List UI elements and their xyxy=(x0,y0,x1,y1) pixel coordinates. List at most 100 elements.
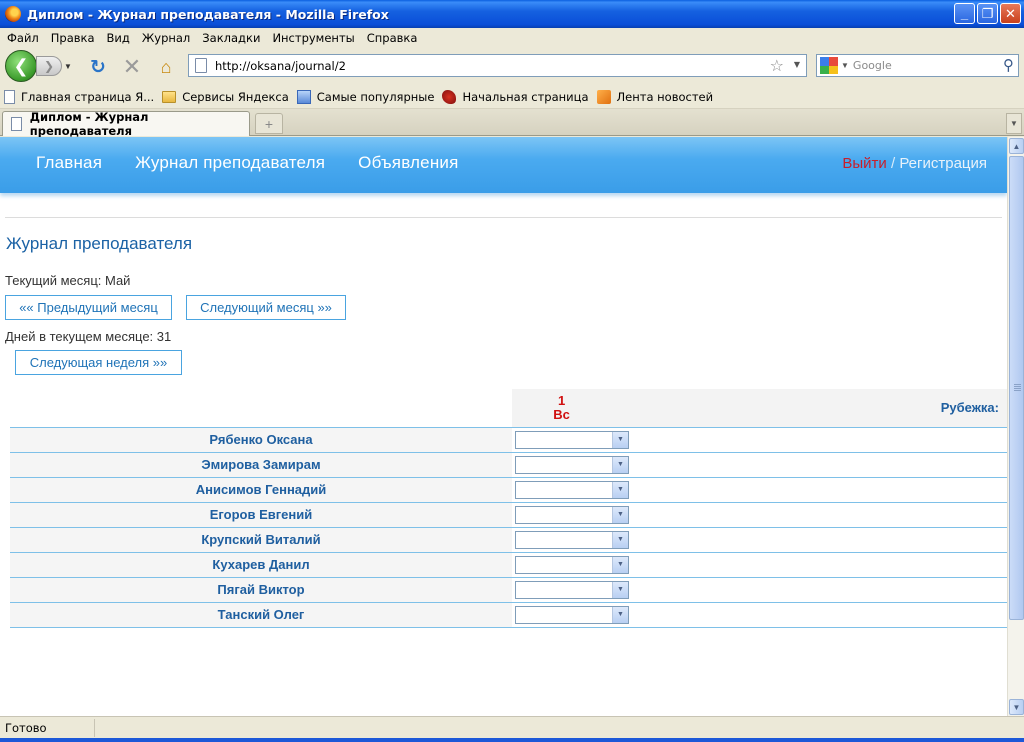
bookmark-item[interactable]: Самые популярные xyxy=(296,89,435,104)
mark-select[interactable]: ▼ xyxy=(515,605,629,624)
mark-cell: ▼ xyxy=(512,552,1007,577)
menu-view[interactable]: Вид xyxy=(101,31,136,45)
nav-journal-link[interactable]: Журнал преподавателя xyxy=(135,153,325,173)
student-name: Крупский Виталий xyxy=(10,527,512,552)
mark-select[interactable]: ▼ xyxy=(515,430,629,449)
google-icon[interactable] xyxy=(820,57,838,74)
mark-select[interactable]: ▼ xyxy=(515,555,629,574)
bookmark-star-icon[interactable]: ☆ xyxy=(770,56,784,75)
chevron-down-icon[interactable]: ▼ xyxy=(612,481,628,498)
current-month-text: Текущий месяц: Май xyxy=(5,273,131,288)
mark-select[interactable]: ▼ xyxy=(515,580,629,599)
close-button[interactable]: ✕ xyxy=(1000,3,1021,24)
minimize-button[interactable]: _ xyxy=(954,3,975,24)
stop-icon[interactable]: ✕ xyxy=(121,54,143,79)
bookmark-label: Самые популярные xyxy=(316,89,435,104)
scrollbar-thumb[interactable] xyxy=(1009,156,1024,620)
chevron-down-icon[interactable]: ▼ xyxy=(612,506,628,523)
student-name: Рябенко Оксана xyxy=(10,427,512,452)
menu-edit[interactable]: Правка xyxy=(45,31,101,45)
chevron-down-icon[interactable]: ▼ xyxy=(612,581,628,598)
mark-cell: ▼ xyxy=(512,602,1007,627)
bookmark-item[interactable]: Главная страница Я... xyxy=(4,89,155,104)
day-number: 1 xyxy=(557,392,566,408)
menu-help[interactable]: Справка xyxy=(361,31,424,45)
tab-list-dropdown-icon[interactable]: ▼ xyxy=(1006,113,1022,134)
auth-links: Выйти / Регистрация xyxy=(842,155,987,172)
chevron-down-icon[interactable]: ▼ xyxy=(612,531,628,548)
reload-icon[interactable]: ↻ xyxy=(87,56,109,78)
search-bar[interactable]: ▼ Google ⚲ xyxy=(816,54,1019,77)
mark-select[interactable]: ▼ xyxy=(515,530,629,549)
divider xyxy=(5,217,1002,218)
menu-bookmarks[interactable]: Закладки xyxy=(196,31,266,45)
search-engine-dropdown-icon[interactable]: ▼ xyxy=(841,61,849,70)
back-button[interactable]: ❮ xyxy=(5,50,37,82)
url-bar[interactable]: http://oksana/journal/2 ☆ ▼ xyxy=(188,54,807,77)
bookmark-label: Главная страница Я... xyxy=(21,89,155,104)
table-row: Крупский Виталий ▼ xyxy=(10,527,1007,552)
window-frame-bottom xyxy=(0,738,1024,742)
chevron-down-icon[interactable]: ▼ xyxy=(612,431,628,448)
forward-button[interactable]: ❯ xyxy=(36,56,62,76)
bookmark-item[interactable]: Лента новостей xyxy=(596,89,714,104)
bookmark-item[interactable]: Начальная страница xyxy=(442,89,589,104)
menu-file[interactable]: Файл xyxy=(0,31,45,45)
checkpoint-header: Рубежка: xyxy=(611,389,1007,427)
table-row: Танский Олег ▼ xyxy=(10,602,1007,627)
table-row: Кухарев Данил ▼ xyxy=(10,552,1007,577)
auth-separator: / xyxy=(890,155,896,172)
scroll-up-icon[interactable]: ▲ xyxy=(1009,138,1024,154)
header-empty-cell xyxy=(10,389,512,427)
logout-link[interactable]: Выйти xyxy=(842,155,886,172)
tab-active[interactable]: Диплом - Журнал преподавателя xyxy=(2,110,250,138)
register-link[interactable]: Регистрация xyxy=(899,155,987,172)
tab-title: Диплом - Журнал преподавателя xyxy=(29,110,149,138)
window-title: Диплом - Журнал преподавателя - Mozilla … xyxy=(27,6,389,22)
bookmark-label: Сервисы Яндекса xyxy=(182,89,289,104)
journal-table: 1 Вс Рубежка: Рябенко Оксана ▼ Эмирова З… xyxy=(10,389,1007,628)
mark-select[interactable]: ▼ xyxy=(515,505,629,524)
student-name: Эмирова Замирам xyxy=(10,452,512,477)
bookmark-label: Лента новостей xyxy=(616,89,714,104)
table-row: Егоров Евгений ▼ xyxy=(10,502,1007,527)
search-icon[interactable]: ⚲ xyxy=(1003,56,1014,74)
chevron-down-icon[interactable]: ▼ xyxy=(612,606,628,623)
mark-select[interactable]: ▼ xyxy=(515,455,629,474)
search-input[interactable]: Google xyxy=(853,59,892,72)
bookmark-item[interactable]: Сервисы Яндекса xyxy=(162,90,289,104)
mark-cell: ▼ xyxy=(512,427,1007,452)
firefox-icon xyxy=(5,6,21,22)
site-header: Главная Журнал преподавателя Объявления … xyxy=(0,137,1007,193)
history-dropdown-icon[interactable]: ▼ xyxy=(64,62,72,71)
home-icon[interactable]: ⌂ xyxy=(155,56,177,78)
menu-bar: Файл Правка Вид Журнал Закладки Инструме… xyxy=(0,28,1024,47)
bookmarks-bar: Главная страница Я... Сервисы Яндекса Са… xyxy=(0,85,1024,109)
mark-cell: ▼ xyxy=(512,477,1007,502)
new-tab-button[interactable]: + xyxy=(255,113,283,134)
url-text[interactable]: http://oksana/journal/2 xyxy=(215,59,346,73)
vertical-scrollbar[interactable]: ▲ ▼ xyxy=(1007,137,1024,716)
next-month-button[interactable]: Следующий месяц »» xyxy=(186,295,346,320)
mark-select[interactable]: ▼ xyxy=(515,480,629,499)
tab-strip: Диплом - Журнал преподавателя + ▼ xyxy=(0,109,1024,138)
nav-announcements-link[interactable]: Объявления xyxy=(358,153,458,173)
menu-tools[interactable]: Инструменты xyxy=(266,31,360,45)
navigation-toolbar: ❮ ❯ ▼ ↻ ✕ ⌂ http://oksana/journal/2 ☆ ▼ … xyxy=(0,47,1024,85)
day-name: Вс xyxy=(553,406,570,422)
table-row: Анисимов Геннадий ▼ xyxy=(10,477,1007,502)
next-week-button[interactable]: Следующая неделя »» xyxy=(15,350,182,375)
prev-month-button[interactable]: «« Предыдущий месяц xyxy=(5,295,172,320)
chevron-down-icon[interactable]: ▼ xyxy=(612,556,628,573)
scroll-down-icon[interactable]: ▼ xyxy=(1009,699,1024,715)
bookmark-icon xyxy=(296,89,311,104)
maximize-button[interactable]: ❐ xyxy=(977,3,998,24)
menu-history[interactable]: Журнал xyxy=(136,31,196,45)
status-text: Готово xyxy=(5,720,47,735)
chevron-down-icon[interactable]: ▼ xyxy=(612,456,628,473)
url-dropdown-icon[interactable]: ▼ xyxy=(794,60,800,69)
mark-cell: ▼ xyxy=(512,527,1007,552)
window-titlebar: Диплом - Журнал преподавателя - Mozilla … xyxy=(0,0,1024,28)
journal-header-row: 1 Вс Рубежка: xyxy=(10,389,1007,427)
nav-home-link[interactable]: Главная xyxy=(36,153,102,173)
